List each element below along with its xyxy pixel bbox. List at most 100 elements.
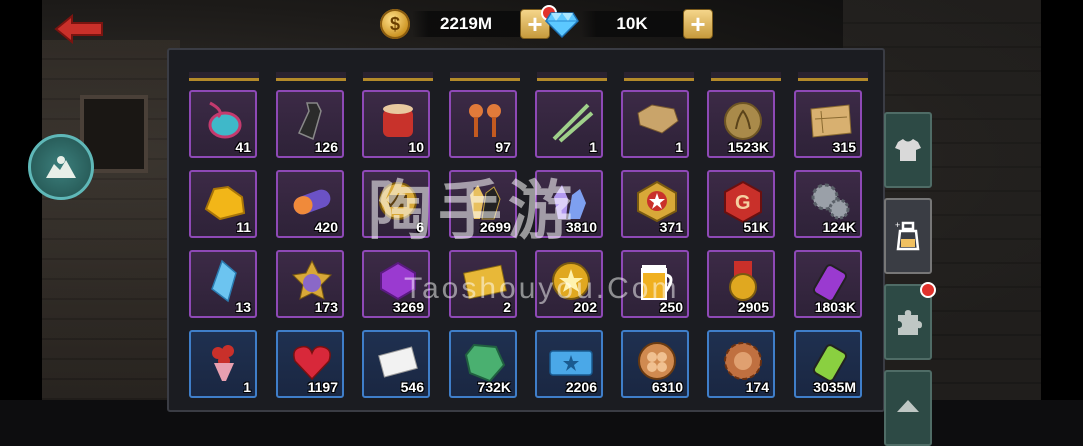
item-quantity: 315	[832, 139, 856, 155]
gem-currency: 10K +	[545, 9, 713, 39]
inventory-slot[interactable]: 173	[276, 250, 344, 318]
inventory-slot[interactable]: 371	[621, 170, 689, 238]
shirt-icon	[895, 139, 921, 161]
gem-amount: 10K	[616, 14, 648, 33]
medal-icon	[717, 258, 769, 304]
amulet-icon	[199, 98, 251, 144]
laurel-coin-icon	[717, 98, 769, 144]
watermark: 陶手游	[368, 175, 578, 249]
inventory-slot[interactable]: 11	[189, 170, 257, 238]
capsule-icon	[286, 178, 338, 224]
item-quantity: 1523K	[727, 139, 769, 155]
inventory-slot[interactable]: 1	[535, 90, 603, 158]
item-quantity: 1	[675, 139, 683, 155]
blue-ticket-icon	[545, 338, 597, 384]
gold-ore-icon	[199, 178, 251, 224]
inventory-slot[interactable]: 10	[362, 90, 430, 158]
diamond-icon	[545, 12, 579, 39]
back-arrow-icon	[54, 13, 103, 45]
back-button[interactable]	[54, 13, 106, 45]
item-quantity: 3035M	[813, 379, 856, 395]
inventory-slot[interactable]: 174	[707, 330, 775, 398]
item-quantity: 11	[236, 219, 251, 235]
rose-bouquet-icon	[199, 338, 251, 384]
treasure-map-icon	[804, 98, 856, 144]
inventory-slot[interactable]: 13	[189, 250, 257, 318]
star-badge-icon	[631, 178, 683, 224]
g-badge-icon: G	[717, 178, 769, 224]
inventory-slot[interactable]: 420	[276, 170, 344, 238]
item-quantity: 2905	[737, 299, 769, 315]
inventory-slot[interactable]: 1523K	[707, 90, 775, 158]
inventory-slot[interactable]: 2206	[535, 330, 603, 398]
item-quantity: 2206	[565, 379, 597, 395]
tab-fragments[interactable]	[884, 282, 936, 360]
partial-item-row	[189, 72, 869, 81]
purple-battery-icon	[804, 258, 856, 304]
inventory-slot[interactable]: 315	[794, 90, 862, 158]
shield-emblem-icon	[46, 156, 76, 178]
inventory-slot[interactable]: 124K	[794, 170, 862, 238]
puzzle-piece-icon	[898, 310, 922, 335]
dollar-coin-icon: $	[380, 9, 410, 39]
item-quantity: 420	[314, 219, 338, 235]
envelope-icon	[372, 338, 424, 384]
profile-avatar[interactable]	[28, 134, 94, 200]
inventory-slot[interactable]: 1	[621, 90, 689, 158]
notification-dot	[920, 282, 936, 298]
heart-icon	[286, 338, 338, 384]
svg-text:G: G	[735, 192, 751, 214]
item-quantity: 371	[659, 219, 683, 235]
inventory-slot[interactable]: 732K	[449, 330, 517, 398]
item-quantity: 174	[745, 379, 769, 395]
inventory-slot[interactable]: 1197	[276, 330, 344, 398]
potion-bottle-icon: +	[895, 220, 920, 251]
maracas-icon	[459, 98, 511, 144]
gold-amount: 2219M	[440, 14, 492, 33]
item-quantity: 1	[243, 379, 251, 395]
item-quantity: 546	[400, 379, 424, 395]
item-quantity: 173	[314, 299, 338, 315]
inventory-slot[interactable]: 6310	[621, 330, 689, 398]
green-gem-icon	[459, 338, 511, 384]
inventory-slot[interactable]: G 51K	[707, 170, 775, 238]
inventory-slot[interactable]: 2905	[707, 250, 775, 318]
rank-star-icon	[286, 258, 338, 304]
background-house	[40, 40, 180, 400]
inventory-slot[interactable]: 41	[189, 90, 257, 158]
green-battery-icon	[804, 338, 856, 384]
tab-items[interactable]: +	[884, 198, 932, 274]
bronze-chip-icon	[717, 338, 769, 384]
inventory-slot[interactable]: 546	[362, 330, 430, 398]
chopsticks-icon	[545, 98, 597, 144]
inventory-slot[interactable]: 97	[449, 90, 517, 158]
diamond-tab-icon	[897, 400, 919, 412]
item-quantity: 10	[408, 139, 424, 155]
item-quantity: 126	[314, 139, 338, 155]
item-quantity: 97	[495, 139, 511, 155]
letterbox-left	[0, 0, 42, 400]
drum-icon	[372, 98, 424, 144]
inventory-slot[interactable]: 3035M	[794, 330, 862, 398]
blue-shard-icon	[199, 258, 251, 304]
gears-icon	[804, 178, 856, 224]
item-quantity: 6310	[651, 379, 683, 395]
item-quantity: 732K	[477, 379, 511, 395]
watermark-subtext: Taoshouyou.Com	[404, 272, 680, 305]
inventory-slot[interactable]: 1803K	[794, 250, 862, 318]
inventory-slot[interactable]: 126	[276, 90, 344, 158]
item-quantity: 1803K	[814, 299, 856, 315]
add-gems-button[interactable]: +	[683, 9, 713, 39]
item-quantity: 41	[235, 139, 251, 155]
tab-outfit[interactable]	[884, 112, 932, 188]
item-quantity: 124K	[822, 219, 856, 235]
inventory-slot[interactable]: 1	[189, 330, 257, 398]
map-fragment-icon	[631, 98, 683, 144]
item-quantity: 13	[235, 299, 251, 315]
tab-more[interactable]	[884, 370, 932, 446]
gold-currency: $ 2219M +	[380, 5, 557, 39]
clover-coin-icon	[631, 338, 683, 384]
item-quantity: 51K	[743, 219, 769, 235]
letterbox-right	[1041, 0, 1083, 400]
item-quantity: 1197	[307, 379, 338, 395]
